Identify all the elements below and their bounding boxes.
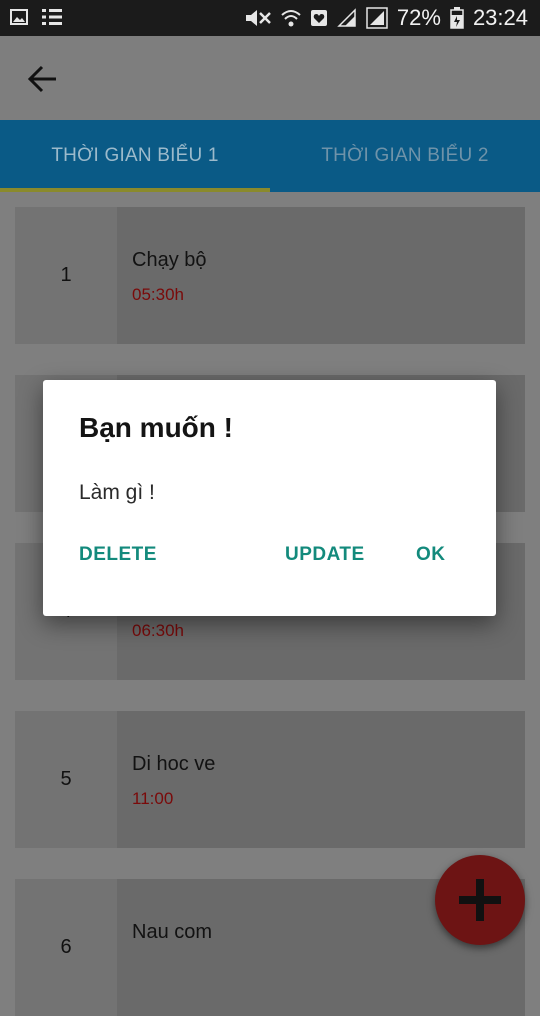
tab-schedule-1[interactable]: THỜI GIAN BIỂU 1 [0,120,270,192]
item-time: 11:00 [132,789,174,808]
tab-schedule-2[interactable]: THỜI GIAN BIỂU 2 [270,120,540,192]
mute-icon [245,10,271,26]
item-number: 5 [15,711,117,848]
app-bar [0,36,540,120]
battery-icon [450,7,464,29]
clock: 23:24 [472,5,528,30]
item-number: 1 [15,207,117,344]
item-time: 06:30h [132,621,184,640]
update-button[interactable]: UPDATE [285,544,365,566]
list-icon [42,9,62,25]
item-time: 05:30h [132,285,184,304]
image-icon [10,9,28,25]
delete-button[interactable]: DELETE [79,544,157,566]
battery-percent: 72% [396,5,441,30]
signal-icon [337,8,356,27]
action-dialog: Bạn muốn ! Làm gì ! DELETE UPDATE OK [43,380,496,616]
status-right-icons: 72% 23:24 [244,5,528,31]
heart-icon [310,10,327,26]
status-bar: 72% 23:24 [0,0,540,36]
add-button[interactable] [435,855,525,945]
item-title: Di hoc ve [132,753,216,775]
item-body: Chạy bộ 05:30h [117,207,525,344]
item-title: Nau com [132,921,213,943]
item-number: 6 [15,879,117,1016]
tab-bar: THỜI GIAN BIỂU 1 THỜI GIAN BIỂU 2 [0,120,540,192]
dialog-title: Bạn muốn ! [79,412,233,443]
item-title: Chạy bộ [132,249,207,271]
signal-icon [366,7,388,29]
wifi-icon [281,10,301,27]
dialog-message: Làm gì ! [79,481,155,504]
ok-button[interactable]: OK [416,544,446,566]
arrow-back-icon[interactable] [26,62,60,96]
item-body: Di hoc ve 11:00 [117,711,525,848]
list-item[interactable]: 5 Di hoc ve 11:00 [15,711,525,848]
list-item[interactable]: 1 Chạy bộ 05:30h [15,207,525,344]
status-left-icons [10,8,62,26]
